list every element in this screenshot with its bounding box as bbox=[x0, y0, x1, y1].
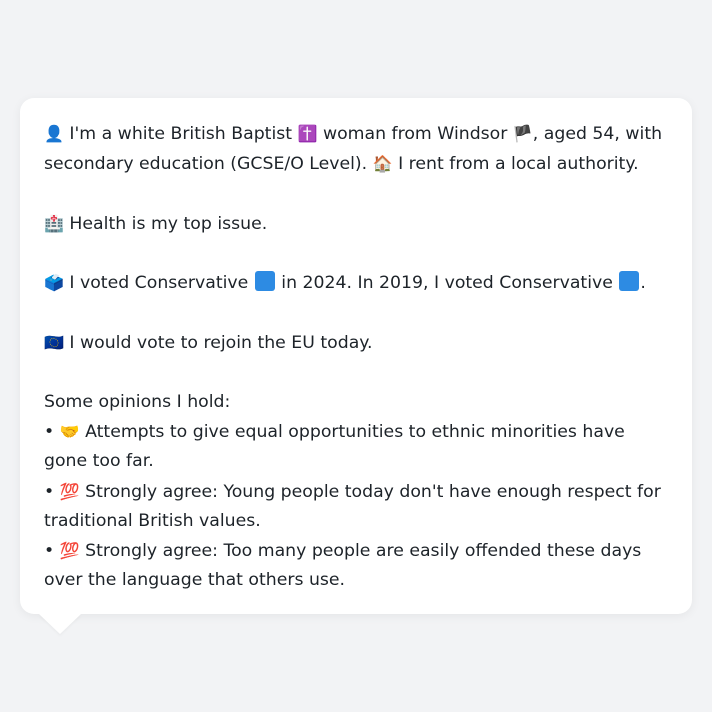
hundred-points-icon: 💯 bbox=[59, 541, 80, 561]
bullet: • bbox=[44, 541, 55, 562]
opinion-item: • 🤝 Attempts to give equal opportunities… bbox=[44, 417, 668, 477]
identity-text-4: I rent from a local authority. bbox=[398, 154, 639, 175]
identity-paragraph: 👤 I'm a white British Baptist ✝️ woman f… bbox=[44, 119, 668, 180]
hospital-icon: 🏥 bbox=[44, 213, 64, 233]
opinions-heading: Some opinions I hold: bbox=[44, 391, 231, 412]
vote-paragraph: 🗳️ I voted Conservative in 2024. In 2019… bbox=[44, 268, 668, 298]
opinion-text: Strongly agree: Too many people are easi… bbox=[44, 541, 642, 591]
identity-text-2: woman from Windsor bbox=[322, 124, 508, 144]
hundred-points-icon: 💯 bbox=[59, 481, 80, 501]
england-flag-icon: 🏴 bbox=[512, 124, 533, 143]
opinion-text: Strongly agree: Young people today don't… bbox=[44, 481, 661, 531]
bullet: • bbox=[44, 481, 55, 502]
vote-text-2: in 2024. In 2019, I voted Conservative bbox=[281, 273, 613, 294]
ballot-box-icon: 🗳️ bbox=[44, 273, 64, 293]
issue-paragraph: 🏥 Health is my top issue. bbox=[44, 209, 668, 239]
bullet: • bbox=[44, 421, 55, 442]
vote-text-3: . bbox=[640, 273, 646, 294]
handshake-icon: 🤝 bbox=[59, 421, 80, 441]
bubble-tail bbox=[39, 614, 81, 634]
cross-icon: ✝️ bbox=[297, 124, 318, 143]
opinion-text: Attempts to give equal opportunities to … bbox=[44, 421, 625, 472]
blue-square-icon bbox=[619, 271, 640, 292]
house-icon: 🏠 bbox=[372, 154, 393, 174]
blue-square-icon bbox=[254, 271, 275, 292]
opinion-item: • 💯 Strongly agree: Too many people are … bbox=[44, 536, 668, 596]
vote-text-1: I voted Conservative bbox=[69, 273, 249, 294]
identity-text-1: I'm a white British Baptist bbox=[69, 124, 293, 144]
eu-paragraph: 🇪🇺 I would vote to rejoin the EU today. bbox=[44, 328, 668, 358]
person-icon: 👤 bbox=[44, 124, 64, 143]
eu-text: I would vote to rejoin the EU today. bbox=[69, 333, 373, 354]
opinion-item: • 💯 Strongly agree: Young people today d… bbox=[44, 477, 668, 537]
eu-flag-icon: 🇪🇺 bbox=[44, 333, 64, 353]
message-bubble: 👤 I'm a white British Baptist ✝️ woman f… bbox=[20, 98, 692, 614]
issue-text: Health is my top issue. bbox=[69, 213, 268, 234]
